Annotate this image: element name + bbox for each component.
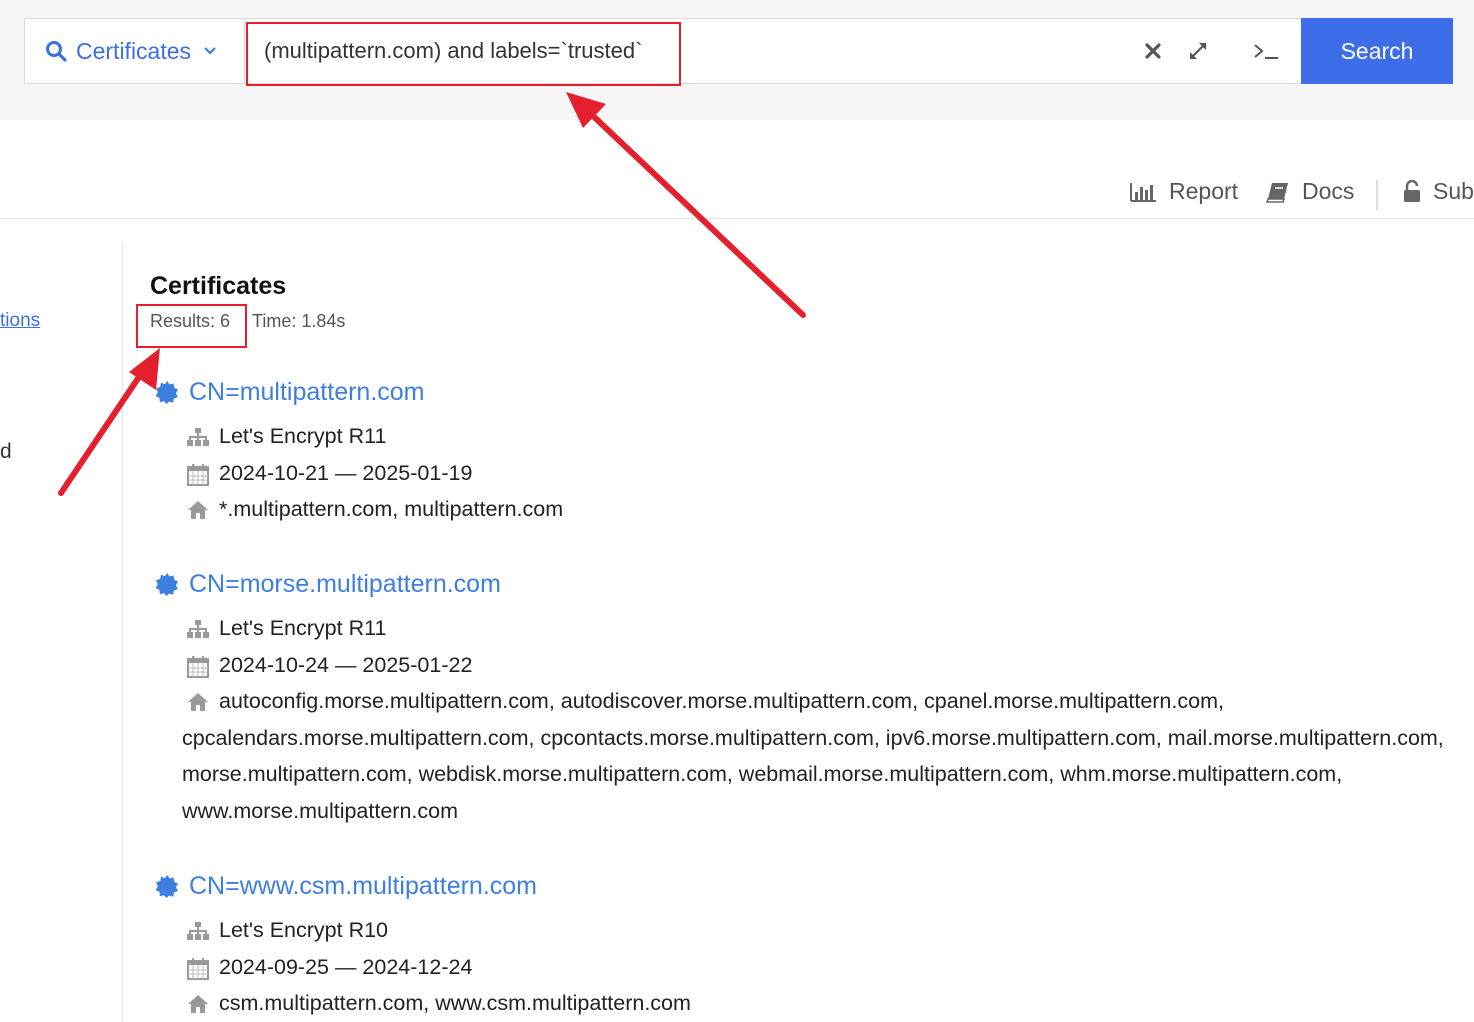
sidebar-link[interactable]: tions [0,310,40,332]
nav-sub-label: Sub [1433,178,1474,204]
nav-report-label: Report [1169,178,1239,204]
subject-names: csm.multipattern.com, www.csm.multipatte… [219,991,691,1015]
certificate-result: CN=multipattern.com Let's Encrypt R11 20… [155,375,1445,528]
certificate-title-link[interactable]: CN=morse.multipattern.com [155,567,1445,601]
calendar-icon [187,463,209,486]
console-button[interactable] [1250,35,1282,67]
nav-docs-label: Docs [1302,178,1355,204]
issuer: Let's Encrypt R11 [219,424,387,448]
issuer: Let's Encrypt R11 [219,616,387,640]
book-icon [1266,182,1288,203]
terminal-icon [1254,44,1278,59]
validity-period: 2024-10-21 — 2025-01-19 [219,460,473,485]
arrow-to-results [58,348,160,496]
certificate-result: CN=www.csm.multipattern.com Let's Encryp… [155,869,1445,1022]
sidebar-text: d [0,440,12,463]
close-icon [1145,43,1161,59]
home-icon [188,693,208,711]
clear-button[interactable] [1137,35,1169,67]
validity-row: 2024-10-24 — 2025-01-22 [155,647,1445,684]
issuer-row: Let's Encrypt R10 [155,912,1445,949]
certificate-title: CN=morse.multipattern.com [189,569,501,598]
nav-divider [1376,180,1378,210]
sitemap-icon [187,620,209,638]
validity-period: 2024-09-25 — 2024-12-24 [219,954,473,979]
certificate-title-link[interactable]: CN=www.csm.multipattern.com [155,869,1445,903]
validity-period: 2024-10-24 — 2025-01-22 [219,652,473,677]
bar-chart-icon [1130,182,1156,202]
validity-row: 2024-09-25 — 2024-12-24 [155,949,1445,986]
expand-button[interactable] [1182,35,1214,67]
home-icon [188,501,208,519]
results-title: Certificates [150,272,287,300]
unlock-icon [1404,179,1420,202]
validity-row: 2024-10-21 — 2025-01-19 [155,455,1445,492]
names-row: *.multipattern.com, multipattern.com [155,491,1445,528]
page: Certificates (multipattern.com) and labe… [0,0,1474,1022]
certificate-title: CN=multipattern.com [189,377,425,406]
sidebar-divider [122,244,123,1022]
certificate-badge-icon [155,875,178,898]
results-count: Results: 6 [150,311,231,331]
search-icon [46,41,67,62]
calendar-icon [187,655,209,678]
sitemap-icon [187,428,209,446]
nav-docs[interactable]: Docs [1266,178,1354,205]
certificate-title: CN=www.csm.multipattern.com [189,871,537,900]
issuer-row: Let's Encrypt R11 [155,610,1445,647]
certificate-result: CN=morse.multipattern.com Let's Encrypt … [155,567,1445,829]
certificate-badge-icon [155,381,178,404]
search-bar: Certificates (multipattern.com) and labe… [0,0,1474,121]
search-input[interactable] [247,19,1127,83]
sitemap-icon [187,922,209,940]
certificate-title-link[interactable]: CN=multipattern.com [155,375,1445,409]
search-type-label: Certificates [76,37,192,64]
nav-report[interactable]: Report [1129,178,1238,205]
top-nav: Report Docs Sub [0,120,1474,219]
issuer-row: Let's Encrypt R11 [155,418,1445,455]
subject-names: autoconfig.morse.multipattern.com, autod… [182,689,1444,823]
search-type-dropdown[interactable]: Certificates [25,19,245,83]
home-icon [188,995,208,1013]
certificate-badge-icon [155,573,178,596]
chevron-down-icon [204,47,216,55]
search-button[interactable]: Search [1301,18,1453,84]
subject-names: *.multipattern.com, multipattern.com [219,497,564,521]
results-time: Time: 1.84s [252,311,346,331]
search-box: Certificates (multipattern.com) and labe… [24,18,1453,84]
nav-sub[interactable]: Sub [1403,178,1474,205]
issuer: Let's Encrypt R10 [219,918,389,942]
calendar-icon [187,957,209,980]
expand-icon [1190,43,1206,59]
names-row: autoconfig.morse.multipattern.com, autod… [155,683,1445,829]
names-row: csm.multipattern.com, www.csm.multipatte… [155,985,1445,1022]
